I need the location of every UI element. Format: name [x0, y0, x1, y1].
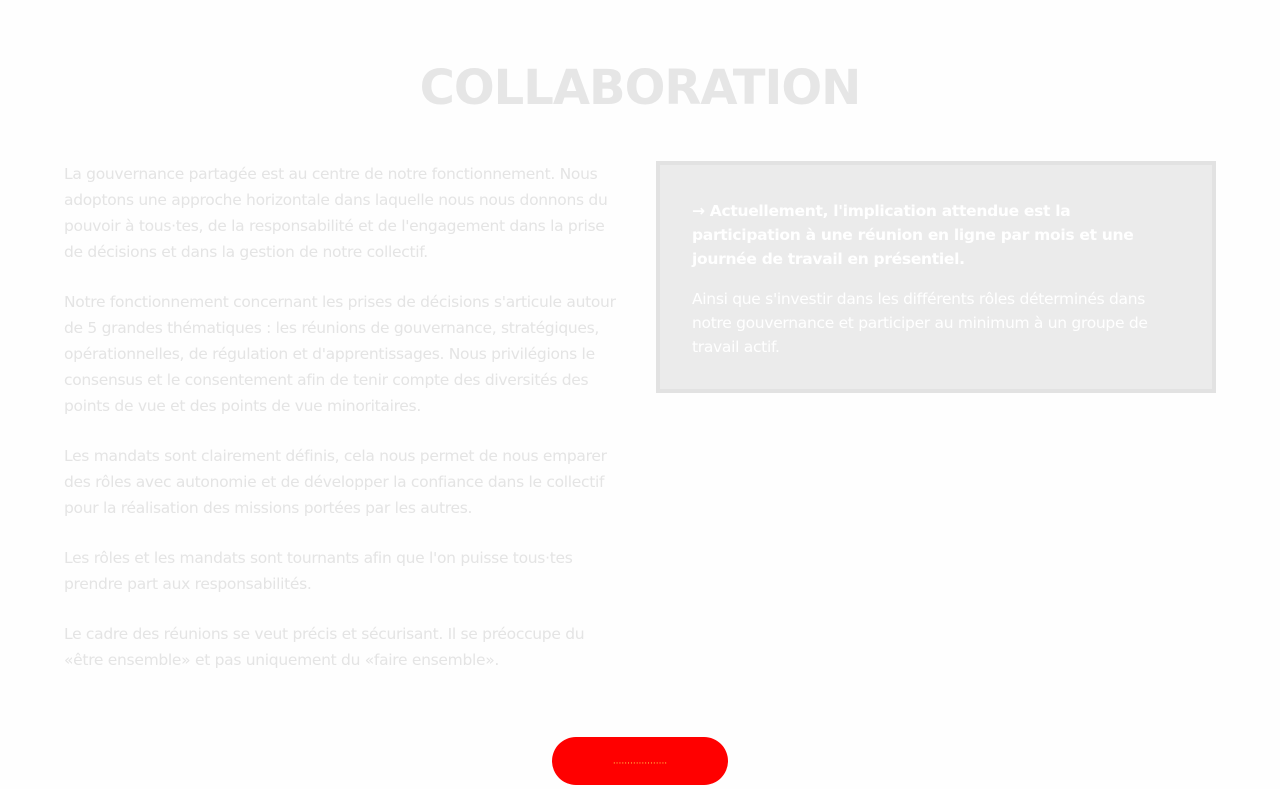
paragraph-decisions: Notre fonctionnement concernant les pris…	[64, 293, 616, 415]
cta-button[interactable]: ···················	[552, 737, 728, 785]
paragraph-gouvernance: La gouvernance partagée est au centre de…	[64, 165, 608, 261]
implication-highlight: → Actuellement, l'implication attendue e…	[692, 202, 1134, 268]
paragraph-mandats: Les mandats sont clairement définis, cel…	[64, 447, 607, 517]
paragraph-roles: Les rôles et les mandats sont tournants …	[64, 549, 573, 593]
implication-info-box: → Actuellement, l'implication attendue e…	[656, 161, 1216, 393]
page-title: COLLABORATION	[419, 60, 862, 116]
paragraph-cadre: Le cadre des réunions se veut précis et …	[64, 625, 585, 669]
implication-detail: Ainsi que s'investir dans les différents…	[692, 290, 1148, 356]
main-text-column: La gouvernance partagée est au centre de…	[64, 161, 626, 697]
